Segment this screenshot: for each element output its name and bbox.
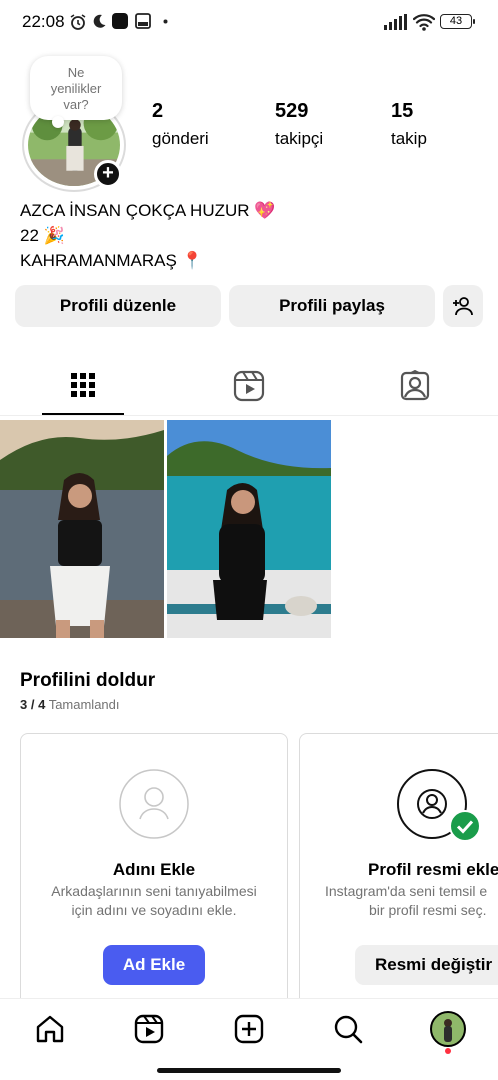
search-icon xyxy=(334,1015,363,1044)
tagged-icon xyxy=(400,369,430,401)
add-story-button[interactable]: + xyxy=(94,160,122,188)
wifi-icon xyxy=(413,14,435,31)
stat-following[interactable]: 15 takip xyxy=(391,100,427,149)
discover-people-button[interactable] xyxy=(443,285,483,327)
status-bar: 22:08 43 xyxy=(0,0,498,44)
stat-followers[interactable]: 529 takipçi xyxy=(275,100,323,149)
plus-square-icon xyxy=(234,1014,264,1044)
active-tab-indicator xyxy=(42,413,124,415)
complete-profile-title: Profilini doldur xyxy=(20,670,156,691)
card-desc-line: için adını ve soyadını ekle. xyxy=(71,902,237,918)
card-desc-line: Arkadaşlarının seni tanıyabilmesi xyxy=(51,883,257,899)
card-desc-line: bir profil resmi seç. xyxy=(369,902,487,918)
note-bubble[interactable]: Ne yenilikler var? xyxy=(30,56,122,128)
change-photo-button[interactable]: Resmi değiştir xyxy=(355,945,498,985)
post-thumbnail[interactable] xyxy=(0,420,164,638)
card-description: Arkadaşlarının seni tanıyabilmesi için a… xyxy=(21,882,287,920)
add-name-card: Adını Ekle Arkadaşlarının seni tanıyabil… xyxy=(20,733,288,1013)
card-title: Profil resmi ekle xyxy=(368,860,498,879)
complete-profile-progress: 3 / 4 Tamamlandı xyxy=(20,697,120,712)
stat-following-value: 15 xyxy=(391,100,414,122)
reels-nav[interactable] xyxy=(133,1013,165,1045)
avatar xyxy=(430,1011,466,1047)
dot-icon xyxy=(163,19,168,24)
tagged-tab[interactable] xyxy=(395,369,435,402)
plus-icon: + xyxy=(102,162,114,184)
stat-followers-value: 529 xyxy=(275,100,309,122)
note-text: Ne yenilikler var? xyxy=(50,65,102,112)
stat-posts-value: 2 xyxy=(152,100,164,122)
home-icon xyxy=(36,1015,64,1043)
screen-icon xyxy=(135,13,151,29)
add-person-icon xyxy=(453,297,473,316)
battery-icon: 43 xyxy=(440,14,475,29)
add-name-button[interactable]: Ad Ekle xyxy=(103,945,205,985)
reels-icon xyxy=(134,1014,164,1044)
share-profile-button[interactable]: Profili paylaş xyxy=(229,285,435,327)
progress-count: 3 / 4 xyxy=(20,697,46,712)
alarm-icon xyxy=(70,14,86,30)
bio-line: 22 🎉 xyxy=(20,226,65,245)
signal-icon xyxy=(384,14,407,30)
stat-following-label: takip xyxy=(391,129,427,148)
profile-photo-card: Profil resmi ekle Instagram'da seni tems… xyxy=(299,733,498,1013)
moon-icon xyxy=(93,14,106,28)
card-desc-line: Instagram'da seni temsil e xyxy=(325,883,488,899)
post-thumbnail[interactable] xyxy=(167,420,331,638)
profile-nav[interactable] xyxy=(430,1011,466,1054)
stat-posts-label: gönderi xyxy=(152,129,209,148)
status-time: 22:08 xyxy=(22,12,65,31)
check-icon xyxy=(449,810,481,842)
bio-line: AZCA İNSAN ÇOKÇA HUZUR 💖 xyxy=(20,201,276,220)
progress-label: Tamamlandı xyxy=(48,697,120,712)
reels-tab[interactable] xyxy=(229,370,269,402)
card-description: Instagram'da seni temsil e bir profil re… xyxy=(325,882,487,920)
card-title: Adını Ekle xyxy=(112,860,196,879)
create-nav[interactable] xyxy=(233,1013,265,1045)
home-nav[interactable] xyxy=(34,1013,66,1045)
stat-followers-label: takipçi xyxy=(275,129,324,148)
gesture-bar xyxy=(157,1068,341,1073)
edit-profile-button[interactable]: Profili düzenle xyxy=(15,285,221,327)
profile-tabs xyxy=(0,360,498,416)
search-nav[interactable] xyxy=(332,1013,364,1045)
bio-line: KAHRAMANMARAŞ 📍 xyxy=(20,251,203,270)
notification-dot-icon xyxy=(445,1048,451,1054)
user-outline-icon xyxy=(119,769,189,839)
reels-icon xyxy=(233,370,265,402)
grid-tab[interactable] xyxy=(63,370,103,402)
grid-icon xyxy=(71,373,95,397)
profile-bio: AZCA İNSAN ÇOKÇA HUZUR 💖 22 🎉 KAHRAMANMA… xyxy=(20,198,275,273)
app-icon xyxy=(112,13,128,29)
stat-posts[interactable]: 2 gönderi xyxy=(152,100,209,149)
